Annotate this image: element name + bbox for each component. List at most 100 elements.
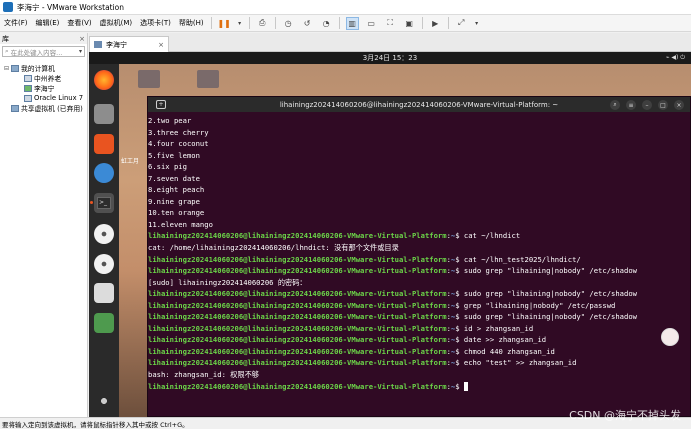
command-text: $ sudo grep "lihaining|nobody" /etc/shad… bbox=[455, 289, 637, 299]
disc-icon[interactable] bbox=[94, 254, 114, 274]
toolbar-separator bbox=[421, 17, 423, 29]
close-icon[interactable]: × bbox=[674, 100, 684, 110]
prompt-user-host: lihainingz202414060206@lihainingz2024140… bbox=[148, 346, 447, 356]
disc-icon[interactable] bbox=[94, 224, 114, 244]
terminal-line: 10.ten orange bbox=[148, 207, 690, 219]
stretch-guest-icon[interactable]: ⤢ bbox=[455, 17, 468, 30]
trash-icon[interactable] bbox=[94, 313, 114, 333]
tab-label: 李海宁 bbox=[106, 40, 127, 49]
terminal-title: lihainingz202414060206@lihainingz2024140… bbox=[279, 100, 559, 109]
send-ctrl-alt-del-icon[interactable]: ⎙ bbox=[256, 17, 269, 30]
output-text: 3.three cherry bbox=[148, 127, 209, 137]
dropdown-arrow-icon[interactable]: ▾ bbox=[474, 17, 480, 30]
output-text: 10.ten orange bbox=[148, 208, 205, 218]
text-cursor bbox=[463, 382, 468, 392]
dropdown-arrow-icon[interactable]: ▾ bbox=[79, 48, 82, 55]
tab-vm[interactable]: 李海宁 × bbox=[89, 36, 169, 52]
terminal-line: 5.five lemon bbox=[148, 150, 690, 162]
new-tab-icon[interactable]: + bbox=[156, 100, 166, 109]
terminal-line: lihainingz202414060206@lihainingz2024140… bbox=[148, 381, 690, 393]
status-text: 要将输入定向到该虚拟机，请将鼠标指针移入其中或按 Ctrl+G。 bbox=[2, 420, 189, 429]
output-text: 5.five lemon bbox=[148, 150, 200, 160]
menu-view[interactable]: 查看(V) bbox=[63, 18, 95, 28]
console-view-icon[interactable]: ▶ bbox=[429, 17, 442, 30]
guest-display[interactable]: 3月24日 15：23 ⌁ ◀) ⏻ >_ 虹工月 + lihainingz20… bbox=[89, 52, 691, 417]
output-text: 8.eight peach bbox=[148, 185, 205, 195]
terminal-line: bash: zhangsan_id: 权限不够 bbox=[148, 369, 690, 381]
output-text: cat: /home/lihainingz202414060206/lhndic… bbox=[148, 243, 399, 253]
watermark: CSDN @海宁不掉头发 bbox=[569, 409, 681, 422]
library-search-input[interactable]: ⌕ 在此处键入内容... ▾ bbox=[2, 46, 85, 57]
home-icon bbox=[94, 41, 102, 48]
thumbnail-bar-icon[interactable]: ▭ bbox=[365, 17, 378, 30]
terminal-line: 3.three cherry bbox=[148, 127, 690, 139]
terminal-window[interactable]: + lihainingz202414060206@lihainingz20241… bbox=[147, 96, 691, 417]
terminal-icon[interactable]: >_ bbox=[94, 193, 114, 213]
computer-icon bbox=[11, 64, 19, 72]
snapshot-manager-icon[interactable]: ◔ bbox=[320, 17, 333, 30]
hamburger-menu-icon[interactable]: ≡ bbox=[626, 100, 636, 110]
menu-tabs[interactable]: 选项卡(T) bbox=[136, 18, 175, 28]
collapse-icon[interactable]: ⊟ bbox=[4, 65, 11, 72]
menu-vm[interactable]: 虚拟机(M) bbox=[96, 18, 137, 28]
search-icon: ⌕ bbox=[5, 47, 9, 55]
terminal-line: lihainingz202414060206@lihainingz2024140… bbox=[148, 323, 690, 335]
terminal-line: cat: /home/lihainingz202414060206/lhndic… bbox=[148, 242, 690, 254]
prompt-user-host: lihainingz202414060206@lihainingz2024140… bbox=[148, 231, 447, 241]
tree-item-my-computer[interactable]: ⊟ 我的计算机 bbox=[0, 63, 87, 73]
tree-item-vm[interactable]: 李海宁 bbox=[0, 83, 87, 93]
prompt-user-host: lihainingz202414060206@lihainingz2024140… bbox=[148, 381, 447, 391]
app-center-icon[interactable] bbox=[94, 134, 114, 154]
library-close-icon[interactable]: × bbox=[79, 35, 87, 43]
close-icon[interactable]: × bbox=[158, 41, 164, 49]
terminal-line: lihainingz202414060206@lihainingz2024140… bbox=[148, 311, 690, 323]
search-placeholder: 在此处键入内容... bbox=[10, 48, 63, 57]
snapshot-icon[interactable]: ◷ bbox=[282, 17, 295, 30]
tree-item-label: Oracle Linux 7 bbox=[34, 94, 84, 102]
firefox-icon[interactable] bbox=[94, 70, 114, 90]
ubuntu-dock: >_ bbox=[89, 64, 119, 417]
dropdown-arrow-icon[interactable]: ▾ bbox=[237, 17, 243, 30]
output-text: bash: zhangsan_id: 权限不够 bbox=[148, 370, 259, 380]
clock[interactable]: 3月24日 15：23 bbox=[363, 53, 417, 63]
library-title: 库 bbox=[2, 34, 9, 43]
menu-edit[interactable]: 编辑(E) bbox=[32, 18, 64, 28]
terminal-line: 8.eight peach bbox=[148, 184, 690, 196]
menu-help[interactable]: 帮助(H) bbox=[175, 18, 208, 28]
system-tray-icon[interactable]: ⌁ ◀) ⏻ bbox=[666, 54, 685, 62]
command-text: $ cat ~/lhn_test2025/lhndict/ bbox=[455, 254, 581, 264]
files-icon[interactable] bbox=[94, 104, 114, 124]
terminal-line: 4.four coconut bbox=[148, 138, 690, 150]
terminal-line: 11.eleven mango bbox=[148, 219, 690, 231]
unity-icon[interactable]: ▣ bbox=[403, 17, 416, 30]
terminal-line: 7.seven date bbox=[148, 173, 690, 185]
vm-running-icon bbox=[24, 84, 32, 92]
prompt-user-host: lihainingz202414060206@lihainingz2024140… bbox=[148, 289, 447, 299]
prompt-user-host: lihainingz202414060206@lihainingz2024140… bbox=[148, 312, 447, 322]
tree-item-vm[interactable]: 中州养老 bbox=[0, 73, 87, 83]
minimize-icon[interactable]: – bbox=[642, 100, 652, 110]
show-library-icon[interactable]: ▥ bbox=[345, 16, 359, 30]
search-icon[interactable]: ⌕ bbox=[610, 100, 620, 110]
maximize-icon[interactable]: □ bbox=[658, 100, 668, 110]
tree-item-shared-vms[interactable]: 共享虚拟机 (已弃用) bbox=[0, 103, 87, 113]
text-editor-icon[interactable] bbox=[94, 283, 114, 303]
fullscreen-icon[interactable]: ⛶ bbox=[384, 17, 397, 30]
vm-icon bbox=[24, 94, 32, 102]
toolbar-separator bbox=[338, 17, 340, 29]
prompt-user-host: lihainingz202414060206@lihainingz2024140… bbox=[148, 266, 447, 276]
revert-snapshot-icon[interactable]: ↺ bbox=[301, 17, 314, 30]
pause-icon[interactable]: ❚❚ bbox=[217, 17, 230, 30]
folder-icon[interactable] bbox=[138, 70, 160, 88]
tree-item-label: 中州养老 bbox=[34, 75, 62, 83]
tree-item-label: 李海宁 bbox=[34, 85, 55, 93]
tree-item-vm[interactable]: Oracle Linux 7 bbox=[0, 93, 87, 103]
terminal-headerbar: + lihainingz202414060206@lihainingz20241… bbox=[148, 97, 690, 112]
window-title: 李海宁 - VMware Workstation bbox=[17, 2, 125, 12]
terminal-output[interactable]: 2.two pear 3.three cherry 4.four coconut 5.… bbox=[148, 112, 690, 392]
menu-file[interactable]: 文件(F) bbox=[0, 18, 32, 28]
vmware-logo-icon bbox=[3, 2, 13, 12]
show-apps-icon[interactable] bbox=[94, 391, 114, 411]
help-icon[interactable] bbox=[94, 163, 114, 183]
folder-icon[interactable] bbox=[197, 70, 219, 88]
